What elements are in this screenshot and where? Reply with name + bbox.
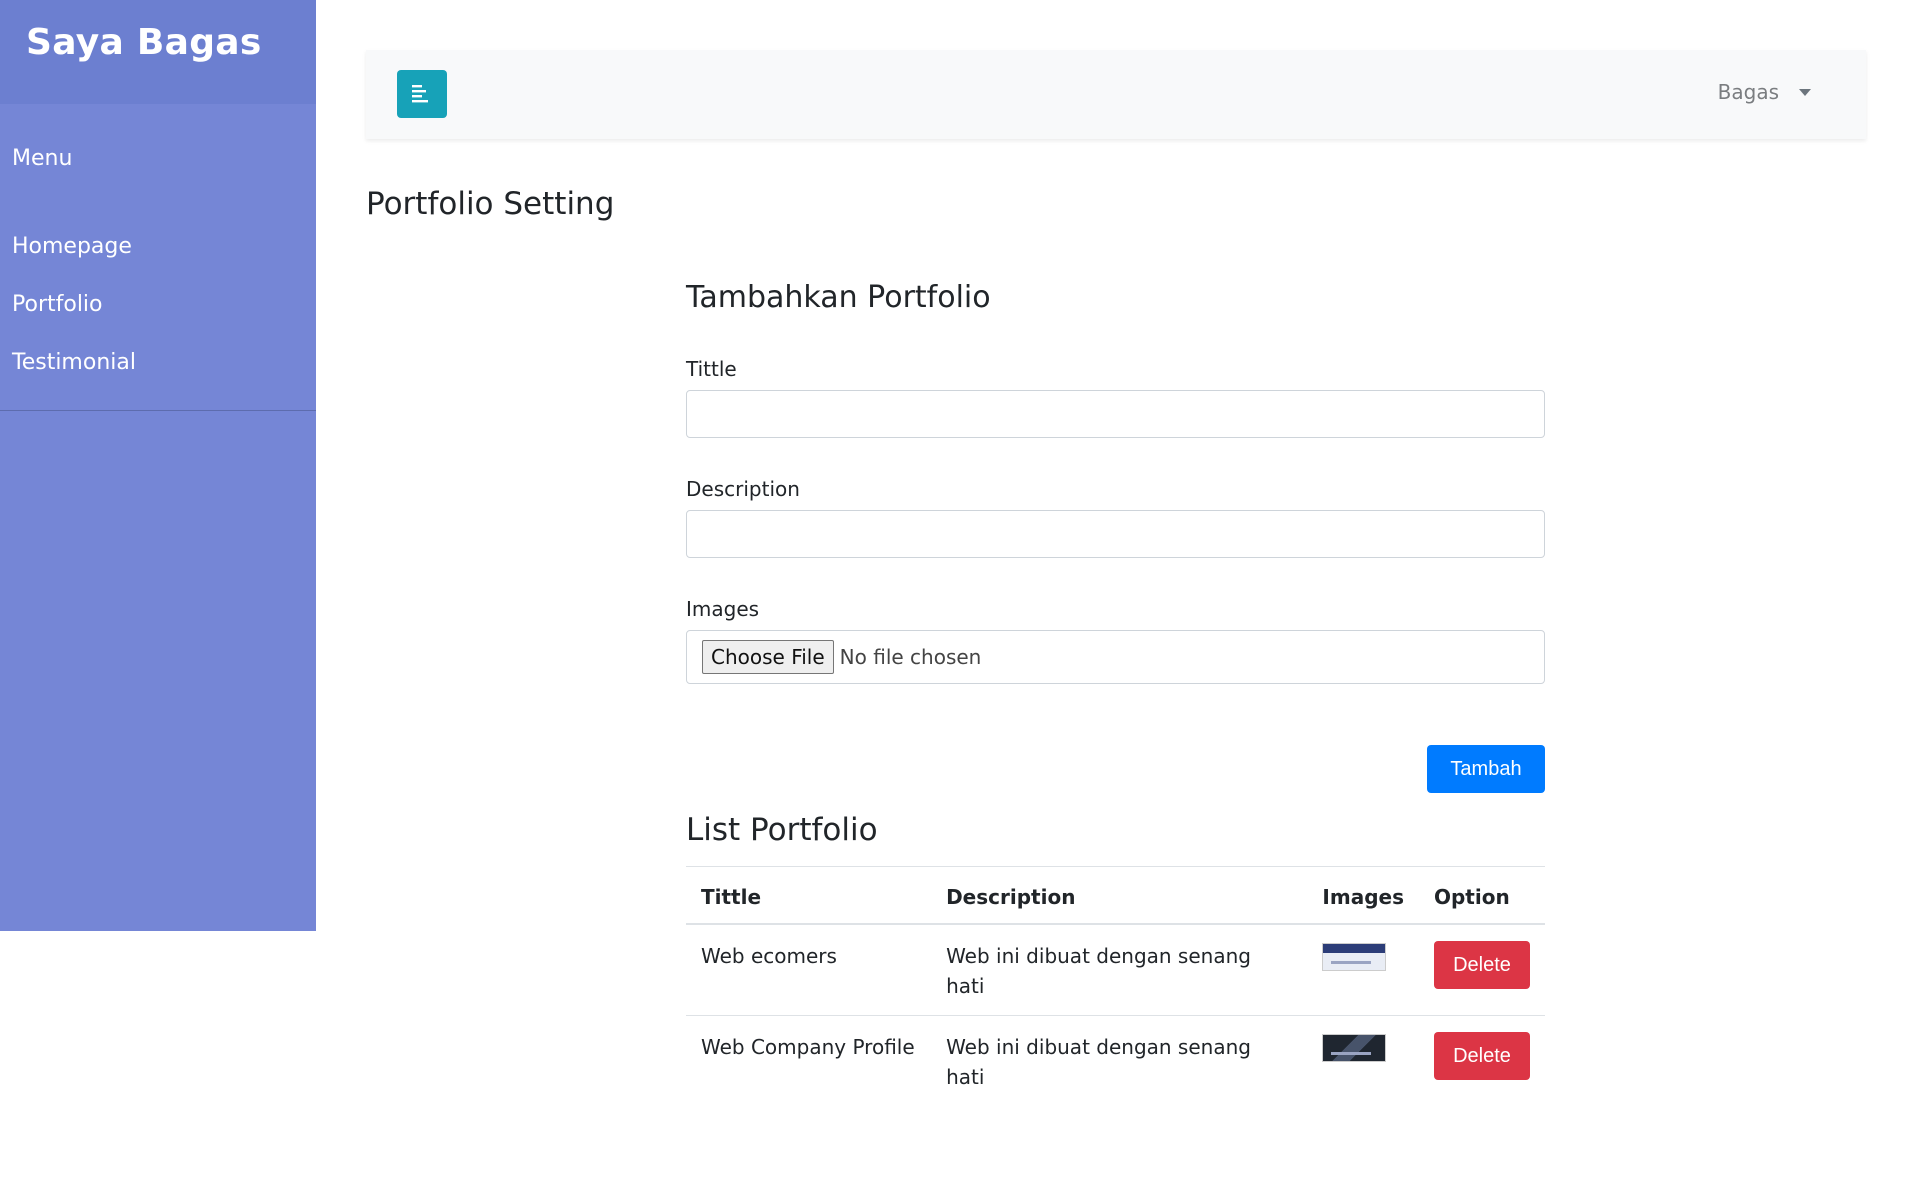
images-file-input[interactable]: Choose File No file chosen [686,630,1545,684]
sidebar-item-testimonial[interactable]: Testimonial [0,343,316,401]
delete-button[interactable]: Delete [1433,941,1530,989]
table-row: Web ecomers Web ini dibuat dengan senang… [686,923,1545,1016]
header-tittle: Tittle [686,866,932,925]
user-dropdown[interactable]: Bagas [1718,80,1811,104]
row-title: Web Company Profile [686,1015,932,1106]
portfolio-panel: Tambahkan Portfolio Tittle Description I… [686,280,1545,1106]
header-option: Option [1418,866,1545,925]
portfolio-table: Tittle Description Images Option Web eco… [686,866,1545,1106]
description-label: Description [686,477,800,501]
tambah-button[interactable]: Tambah [1427,745,1545,793]
header-description: Description [931,866,1308,925]
header-images: Images [1307,866,1419,925]
brand-title[interactable]: Saya Bagas [26,22,262,63]
top-navbar: Bagas [366,50,1866,139]
title-group: Tittle [686,352,1545,438]
form-title: Tambahkan Portfolio [686,280,991,315]
description-input[interactable] [686,510,1545,558]
row-title: Web ecomers [686,923,932,1016]
sidebar-item-portfolio[interactable]: Portfolio [0,285,316,343]
portfolio-thumbnail [1322,1034,1387,1062]
title-label: Tittle [686,357,737,381]
portfolio-thumbnail [1322,943,1387,971]
list-title: List Portfolio [686,812,878,848]
row-description: Web ini dibuat dengan senang hati [931,1015,1308,1106]
page-title: Portfolio Setting [366,186,615,222]
sidebar-item-homepage[interactable]: Homepage [0,227,316,285]
delete-button[interactable]: Delete [1433,1032,1530,1080]
row-description: Web ini dibuat dengan senang hati [931,923,1308,1016]
table-row: Web Company Profile Web ini dibuat denga… [686,1015,1545,1106]
title-input[interactable] [686,390,1545,438]
images-label: Images [686,597,760,621]
sidebar-toggle-button[interactable] [397,70,447,118]
align-left-icon [412,85,428,103]
sidebar: Saya Bagas Menu Homepage Portfolio Testi… [0,0,316,931]
caret-down-icon [1799,88,1811,96]
sidebar-divider [0,410,316,411]
brand[interactable]: Saya Bagas [0,0,316,104]
choose-file-button[interactable]: Choose File [702,640,834,674]
file-status: No file chosen [839,645,982,669]
user-name[interactable]: Bagas [1718,80,1779,104]
images-group: Images Choose File No file chosen [686,592,1545,684]
sidebar-menu-label: Menu [12,146,73,171]
description-group: Description [686,472,1545,558]
sidebar-nav: Homepage Portfolio Testimonial [0,227,316,401]
table-header-row: Tittle Description Images Option [686,866,1545,925]
